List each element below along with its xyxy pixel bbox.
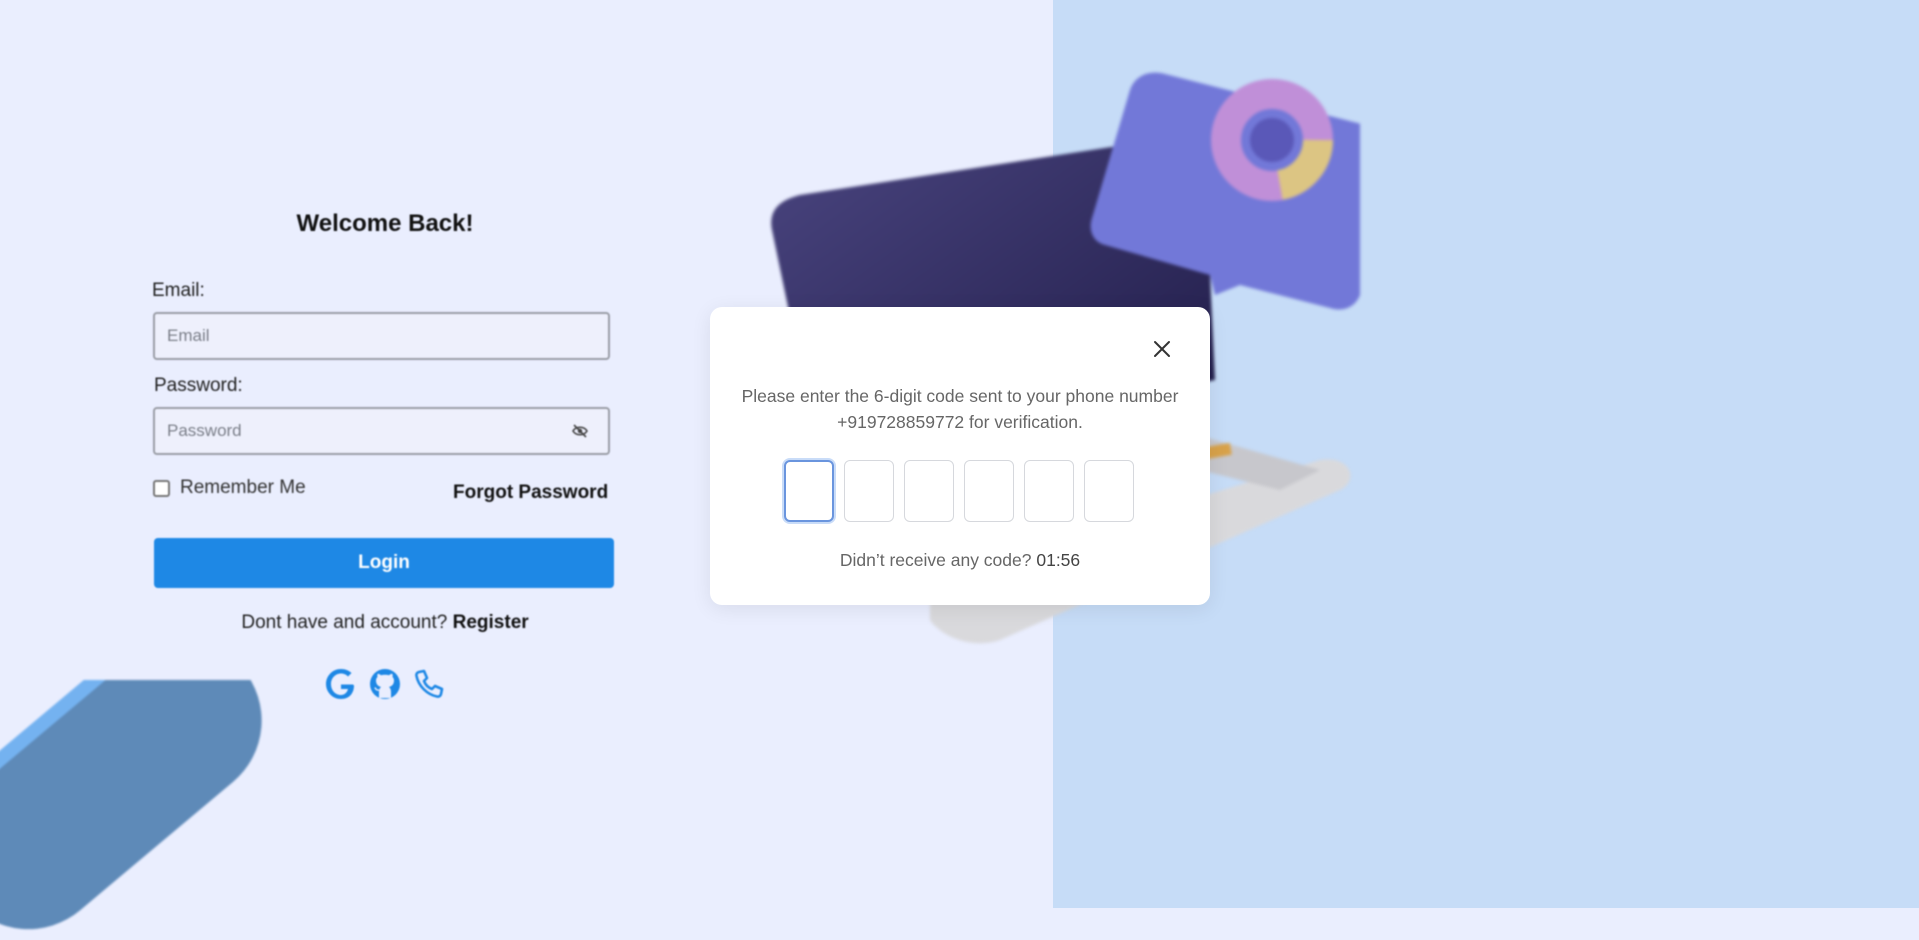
resend-line: Didn’t receive any code? 01:56 [710, 550, 1210, 571]
otp-digit-1[interactable] [784, 460, 834, 522]
close-icon[interactable] [1150, 337, 1174, 361]
otp-digit-3[interactable] [904, 460, 954, 522]
otp-message-line2: +919728859772 for verification. [837, 412, 1083, 432]
google-icon[interactable] [322, 665, 360, 703]
eye-off-icon[interactable] [572, 424, 588, 438]
github-icon[interactable] [366, 665, 404, 703]
otp-message: Please enter the 6-digit code sent to yo… [730, 383, 1190, 435]
phone-icon[interactable] [410, 665, 448, 703]
forgot-password-link[interactable]: Forgot Password [453, 482, 608, 504]
remember-me[interactable]: Remember Me [153, 477, 306, 499]
register-line: Dont have and account? Register [150, 612, 620, 634]
otp-digit-2[interactable] [844, 460, 894, 522]
otp-modal: Please enter the 6-digit code sent to yo… [710, 307, 1210, 605]
password-placeholder: Password [167, 421, 242, 440]
resend-timer: 01:56 [1036, 550, 1081, 570]
social-login [322, 665, 448, 703]
remember-checkbox[interactable] [153, 479, 170, 497]
otp-digit-4[interactable] [964, 460, 1014, 522]
password-field[interactable]: Password [153, 407, 610, 455]
decorative-blob [0, 680, 262, 930]
otp-message-line1: Please enter the 6-digit code sent to yo… [741, 386, 1179, 406]
register-prompt: Dont have and account? [241, 612, 448, 633]
remember-label: Remember Me [180, 477, 306, 498]
otp-input-group [784, 460, 1134, 522]
otp-digit-6[interactable] [1084, 460, 1134, 522]
login-button[interactable]: Login [154, 538, 614, 588]
password-label: Password: [154, 375, 243, 396]
register-link[interactable]: Register [453, 612, 529, 633]
email-field[interactable]: Email [153, 312, 610, 360]
otp-digit-5[interactable] [1024, 460, 1074, 522]
email-placeholder: Email [167, 326, 210, 345]
page-title: Welcome Back! [296, 210, 474, 237]
resend-prompt: Didn’t receive any code? [839, 550, 1032, 570]
email-label: Email: [152, 280, 205, 301]
